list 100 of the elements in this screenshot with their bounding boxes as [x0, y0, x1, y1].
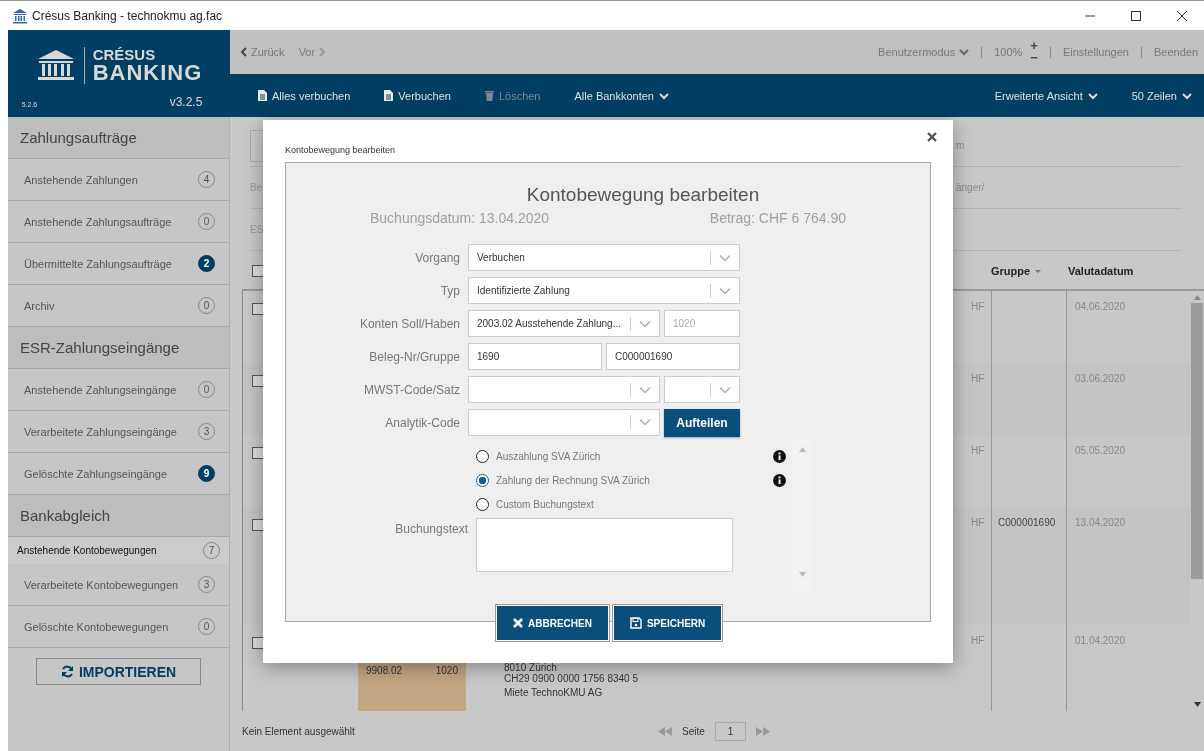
page-field[interactable]: 1 — [714, 721, 747, 741]
brand-name: CRÉSUS — [92, 46, 157, 62]
table-cell: 01.04.2020 — [1075, 635, 1126, 646]
table-cell-text: HF — [971, 444, 986, 456]
table-cell: 04.06.2020 — [1075, 301, 1126, 312]
table-cell-text: C000001690 — [998, 517, 1057, 528]
chevron-right-icon — [319, 47, 327, 57]
zoom-out-button[interactable]: − — [1030, 52, 1038, 64]
count-badge: 2 — [198, 255, 215, 272]
close-icon[interactable] — [927, 132, 937, 142]
option-label[interactable]: Zahlung der Rechnung SVA Zürich — [496, 474, 650, 486]
select-field[interactable] — [468, 408, 660, 436]
zoom-level: 100% — [994, 46, 1023, 58]
brand-name: BANKING — [92, 61, 203, 84]
table-cell-text: HF — [971, 372, 986, 384]
section-header: ESR-Zahlungseingänge — [8, 327, 229, 369]
column-header[interactable]: Gruppe — [985, 265, 1060, 277]
bank-icon — [35, 48, 76, 82]
field-label: Beleg-Nr/Gruppe — [368, 349, 461, 364]
page-label: Seite — [682, 725, 705, 737]
column-header[interactable]: Valutadatum — [1060, 265, 1184, 277]
checkbox[interactable] — [252, 303, 264, 315]
sidebar-item[interactable]: Gelöschte Kontobewegungen 0 — [8, 606, 229, 648]
radio-button[interactable] — [476, 497, 489, 511]
info-icon[interactable] — [773, 473, 786, 487]
cancel-button[interactable]: ABBRECHEN — [496, 605, 609, 641]
count-badge: 9 — [198, 465, 215, 482]
section-header: Bankabgleich — [8, 495, 229, 537]
chevron-down-icon — [659, 91, 669, 100]
field-label: MWST-Code/Satz — [362, 382, 461, 397]
field-label: Vorgang — [414, 250, 461, 265]
table-cell: 13.04.2020 — [1075, 517, 1126, 528]
chevron-down-icon — [1087, 91, 1098, 100]
checkbox[interactable] — [252, 375, 264, 387]
chevron-down-icon — [719, 286, 731, 295]
toolbar-button[interactable]: Alles verbuchen — [258, 89, 351, 102]
sidebar-item[interactable]: Verarbeitete Kontobewegungen 3 — [8, 564, 229, 606]
toolbar-button[interactable]: Verbuchen — [384, 89, 451, 102]
select-field[interactable]: Identifizierte Zahlung — [468, 277, 740, 304]
sidebar-item[interactable]: Anstehende Zahlungseingänge 0 — [8, 369, 229, 411]
info-icon[interactable] — [773, 449, 786, 463]
table-cell-text: Miete TechnoKMU AG — [504, 687, 604, 698]
field-label: Konten Soll/Haben — [358, 316, 461, 331]
sidebar-item[interactable]: Anstehende Zahlungsaufträge 0 — [8, 201, 229, 243]
select-field[interactable] — [468, 376, 660, 403]
account-number: 9908.02 — [366, 665, 403, 678]
section-header: Zahlungsaufträge — [8, 117, 229, 159]
input-field[interactable]: C000001690 — [606, 343, 740, 370]
checkbox[interactable] — [252, 265, 264, 277]
select-field[interactable] — [664, 376, 740, 403]
booking-date: Buchungsdatum: 13.04.2020 — [370, 210, 550, 226]
radio-button[interactable] — [476, 449, 489, 463]
toolbar-dropdown[interactable]: Erweiterte Ansicht — [994, 89, 1098, 102]
chevron-down-icon — [959, 48, 970, 56]
sidebar-item[interactable]: Anstehende Zahlungen 4 — [8, 159, 229, 201]
filter-label: änger/ — [956, 182, 986, 193]
window-title: Crésus Banking - technokmu ag.fac — [32, 8, 223, 23]
import-button[interactable]: IMPORTIEREN — [36, 658, 201, 685]
document-icon — [258, 90, 267, 101]
chevron-down-icon — [719, 385, 731, 394]
option-label[interactable]: Auszahlung SVA Zürich — [496, 450, 601, 462]
save-button[interactable]: SPEICHERN — [612, 605, 723, 641]
table-cell-text: HF — [971, 516, 986, 528]
select-field[interactable]: 2003.02 Ausstehende Zahlung... — [468, 310, 660, 337]
zoom-in-button[interactable]: + — [1030, 40, 1038, 52]
bank-icon — [12, 7, 28, 24]
chevron-down-icon — [639, 319, 651, 328]
dialog-title: Kontobewegung bearbeiten — [285, 145, 396, 157]
field-label: Analytik-Code — [384, 415, 461, 430]
select-field[interactable]: Verbuchen — [468, 244, 740, 271]
table-cell-text: HF — [971, 300, 986, 312]
radio-button[interactable] — [476, 473, 489, 487]
scroll-down-icon[interactable] — [1193, 702, 1201, 707]
table-cell-text: 8010 Zürich — [504, 662, 558, 673]
checkbox[interactable] — [252, 447, 264, 459]
version-label: v3.2.5 — [169, 94, 203, 109]
maximize-icon[interactable] — [1130, 9, 1142, 22]
checkbox[interactable] — [252, 519, 264, 531]
chevron-down-icon — [1182, 91, 1192, 100]
close-icon[interactable] — [1176, 9, 1188, 22]
checkbox[interactable] — [252, 637, 264, 649]
field-label: Buchungstext — [394, 521, 469, 536]
status-text: Kein Element ausgewählt — [242, 725, 355, 737]
option-label[interactable]: Custom Buchungstext — [496, 498, 594, 510]
table-cell-text: HF — [971, 634, 986, 646]
trash-icon — [484, 90, 494, 101]
input-field[interactable]: 1690 — [468, 343, 602, 370]
chevron-down-icon — [639, 385, 651, 394]
sidebar-item[interactable]: Übermittelte Zahlungsaufträge 2 — [8, 243, 229, 285]
dialog-heading: Kontobewegung bearbeiten — [525, 184, 761, 206]
table-cell: 03.06.2020 — [1075, 373, 1126, 384]
toolbar-dropdown[interactable]: 50 Zeilen — [1131, 89, 1192, 102]
toolbar-button[interactable]: Alle Bankkonten — [574, 89, 669, 102]
chevron-left-icon — [240, 47, 247, 57]
sidebar-item[interactable]: Anstehende Kontobewegungen 7 — [8, 537, 229, 564]
chevron-down-icon — [719, 253, 731, 262]
split-button[interactable]: Aufteilen — [664, 408, 740, 437]
sidebar-item[interactable]: Verarbeitete Zahlungseingänge 3 — [8, 411, 229, 453]
refresh-icon — [60, 665, 74, 678]
chevron-down-icon — [639, 418, 651, 426]
